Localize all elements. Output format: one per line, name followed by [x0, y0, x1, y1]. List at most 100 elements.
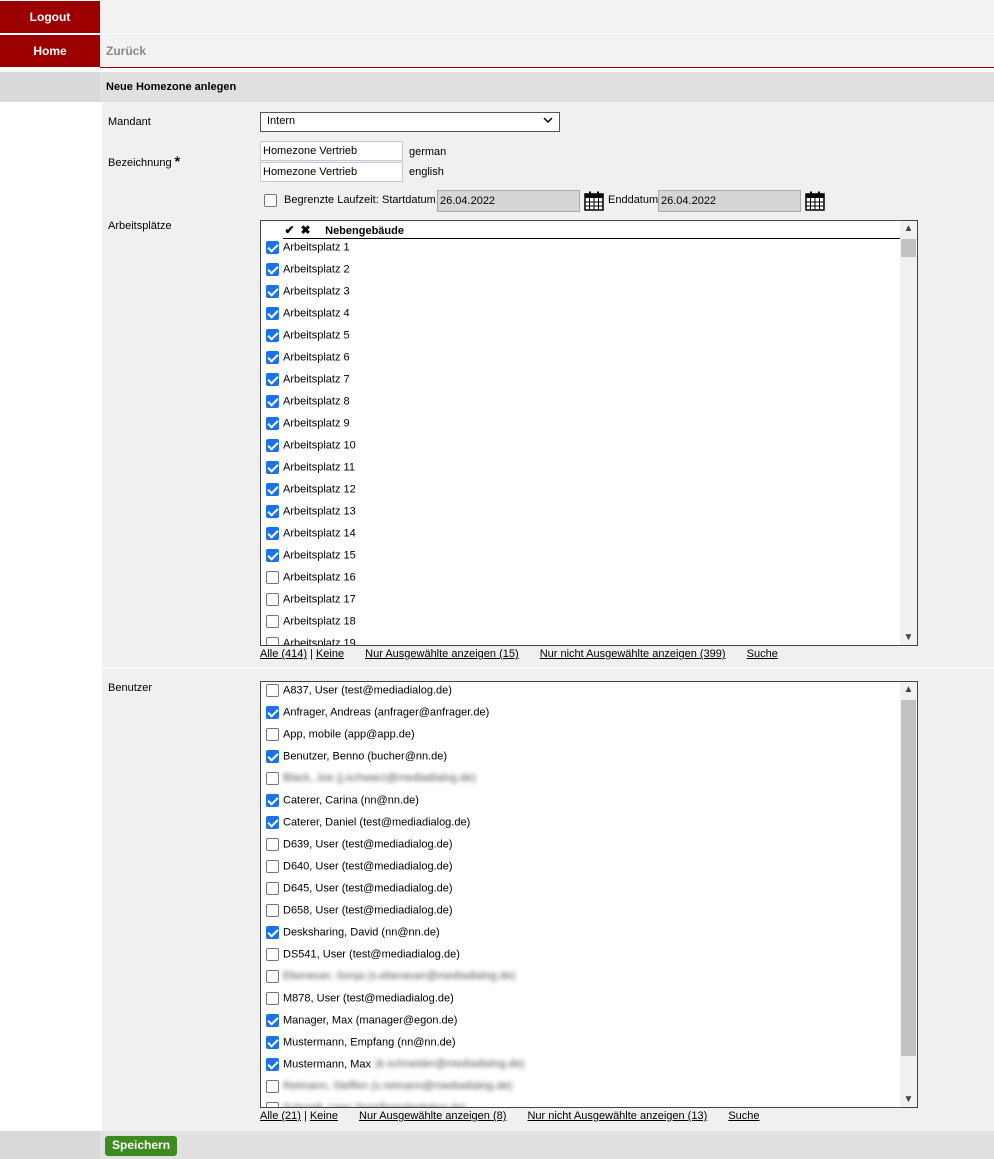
item-checkbox[interactable]	[266, 505, 279, 518]
list-item[interactable]: D658, User (test@mediadialog.de)	[266, 904, 453, 926]
list-item[interactable]: Arbeitsplatz 17	[266, 593, 356, 615]
uncheck-all-icon[interactable]: ✖	[299, 223, 312, 237]
back-link[interactable]: Zurück	[106, 44, 146, 58]
item-checkbox[interactable]	[266, 615, 279, 628]
list-item[interactable]: Arbeitsplatz 3	[266, 285, 350, 307]
scroll-thumb[interactable]	[901, 239, 916, 257]
select-all-link[interactable]: Alle (21)	[260, 1110, 301, 1122]
list-item[interactable]: Arbeitsplatz 14	[266, 527, 356, 549]
item-checkbox[interactable]	[266, 684, 279, 697]
scroll-up-icon[interactable]: ▲	[900, 223, 917, 234]
list-item[interactable]: Schmidt, User (test@mediadialog.de)	[266, 1102, 466, 1107]
logout-button[interactable]: Logout	[0, 1, 100, 33]
limited-runtime-checkbox[interactable]	[264, 194, 277, 207]
show-unselected-link[interactable]: Nur nicht Ausgewählte anzeigen (13)	[527, 1110, 707, 1122]
list-item[interactable]: Arbeitsplatz 13	[266, 505, 356, 527]
name-english-input[interactable]: Homezone Vertrieb	[260, 162, 403, 182]
list-item[interactable]: M878, User (test@mediadialog.de)	[266, 992, 454, 1014]
item-checkbox[interactable]	[266, 948, 279, 961]
list-item[interactable]: Arbeitsplatz 1	[266, 241, 350, 263]
list-item[interactable]: Caterer, Daniel (test@mediadialog.de)	[266, 816, 470, 838]
item-checkbox[interactable]	[266, 593, 279, 606]
scroll-thumb[interactable]	[901, 700, 916, 1056]
list-item[interactable]: Reimann, Steffen (s.reimann@mediadialog.…	[266, 1080, 512, 1102]
item-checkbox[interactable]	[266, 395, 279, 408]
item-checkbox[interactable]	[266, 307, 279, 320]
list-item[interactable]: Anfrager, Andreas (anfrager@anfrager.de)	[266, 706, 489, 728]
list-item[interactable]: Benutzer, Benno (bucher@nn.de)	[266, 750, 447, 772]
item-checkbox[interactable]	[266, 263, 279, 276]
show-selected-link[interactable]: Nur Ausgewählte anzeigen (15)	[365, 648, 518, 660]
select-all-link[interactable]: Alle (414)	[260, 648, 307, 660]
calendar-icon[interactable]	[584, 191, 604, 211]
scroll-up-icon[interactable]: ▲	[900, 684, 917, 695]
item-checkbox[interactable]	[266, 373, 279, 386]
list-item[interactable]: Arbeitsplatz 5	[266, 329, 350, 351]
check-all-icon[interactable]: ✔	[283, 223, 296, 237]
item-checkbox[interactable]	[266, 816, 279, 829]
item-checkbox[interactable]	[266, 926, 279, 939]
calendar-icon[interactable]	[805, 191, 825, 211]
list-item[interactable]: DS541, User (test@mediadialog.de)	[266, 948, 460, 970]
name-german-input[interactable]: Homezone Vertrieb	[260, 141, 403, 161]
list-item[interactable]: A837, User (test@mediadialog.de)	[266, 684, 452, 706]
item-checkbox[interactable]	[266, 351, 279, 364]
item-checkbox[interactable]	[266, 860, 279, 873]
list-item[interactable]: D645, User (test@mediadialog.de)	[266, 882, 453, 904]
list-item[interactable]: Desksharing, David (nn@nn.de)	[266, 926, 440, 948]
item-checkbox[interactable]	[266, 285, 279, 298]
search-link[interactable]: Suche	[747, 648, 778, 660]
item-checkbox[interactable]	[266, 992, 279, 1005]
list-item[interactable]: Caterer, Carina (nn@nn.de)	[266, 794, 419, 816]
item-checkbox[interactable]	[266, 439, 279, 452]
item-checkbox[interactable]	[266, 970, 279, 983]
item-checkbox[interactable]	[266, 329, 279, 342]
item-checkbox[interactable]	[266, 1014, 279, 1027]
scroll-down-icon[interactable]: ▼	[900, 632, 917, 643]
item-checkbox[interactable]	[266, 527, 279, 540]
item-checkbox[interactable]	[266, 750, 279, 763]
list-item[interactable]: Arbeitsplatz 8	[266, 395, 350, 417]
list-item[interactable]: Manager, Max (manager@egon.de)	[266, 1014, 457, 1036]
item-checkbox[interactable]	[266, 417, 279, 430]
item-checkbox[interactable]	[266, 1080, 279, 1093]
item-checkbox[interactable]	[266, 483, 279, 496]
users-list[interactable]: ▲ ▼ A837, User (test@mediadialog.de) Anfr…	[260, 681, 918, 1108]
list-item[interactable]: App, mobile (app@app.de)	[266, 728, 415, 750]
list-item[interactable]: Arbeitsplatz 11	[266, 461, 355, 483]
list-item[interactable]: D640, User (test@mediadialog.de)	[266, 860, 453, 882]
item-checkbox[interactable]	[266, 1058, 279, 1071]
list-item[interactable]: Arbeitsplatz 2	[266, 263, 350, 285]
list-item[interactable]: Arbeitsplatz 18	[266, 615, 356, 637]
scrollbar[interactable]: ▲ ▼	[900, 682, 917, 1107]
item-checkbox[interactable]	[266, 1102, 279, 1107]
list-item[interactable]: Arbeitsplatz 10	[266, 439, 356, 461]
select-none-link[interactable]: Keine	[310, 1110, 338, 1122]
item-checkbox[interactable]	[266, 904, 279, 917]
list-item[interactable]: Arbeitsplatz 6	[266, 351, 350, 373]
select-none-link[interactable]: Keine	[316, 648, 344, 660]
item-checkbox[interactable]	[266, 838, 279, 851]
show-selected-link[interactable]: Nur Ausgewählte anzeigen (8)	[359, 1110, 506, 1122]
item-checkbox[interactable]	[266, 728, 279, 741]
item-checkbox[interactable]	[266, 637, 279, 645]
search-link[interactable]: Suche	[728, 1110, 759, 1122]
item-checkbox[interactable]	[266, 461, 279, 474]
list-item[interactable]: Ebeneuer, Sonja (s.ebeneuer@mediadialog.…	[266, 970, 516, 992]
list-item[interactable]: Arbeitsplatz 16	[266, 571, 356, 593]
list-item[interactable]: Arbeitsplatz 9	[266, 417, 350, 439]
mandant-select[interactable]: Intern	[260, 112, 560, 132]
list-item[interactable]: Arbeitsplatz 12	[266, 483, 356, 505]
list-item[interactable]: Arbeitsplatz 15	[266, 549, 356, 571]
item-checkbox[interactable]	[266, 1036, 279, 1049]
save-button[interactable]: Speichern	[105, 1136, 178, 1156]
item-checkbox[interactable]	[266, 706, 279, 719]
list-item[interactable]: Arbeitsplatz 19	[266, 637, 356, 645]
workplaces-list[interactable]: ✔ ✖ Nebengebäude ▲ ▼ Arbeitsplatz 1 Arbei…	[260, 220, 918, 646]
end-date-input[interactable]: 26.04.2022	[658, 190, 801, 212]
item-checkbox[interactable]	[266, 794, 279, 807]
item-checkbox[interactable]	[266, 549, 279, 562]
item-checkbox[interactable]	[266, 882, 279, 895]
item-checkbox[interactable]	[266, 241, 279, 254]
item-checkbox[interactable]	[266, 772, 279, 785]
